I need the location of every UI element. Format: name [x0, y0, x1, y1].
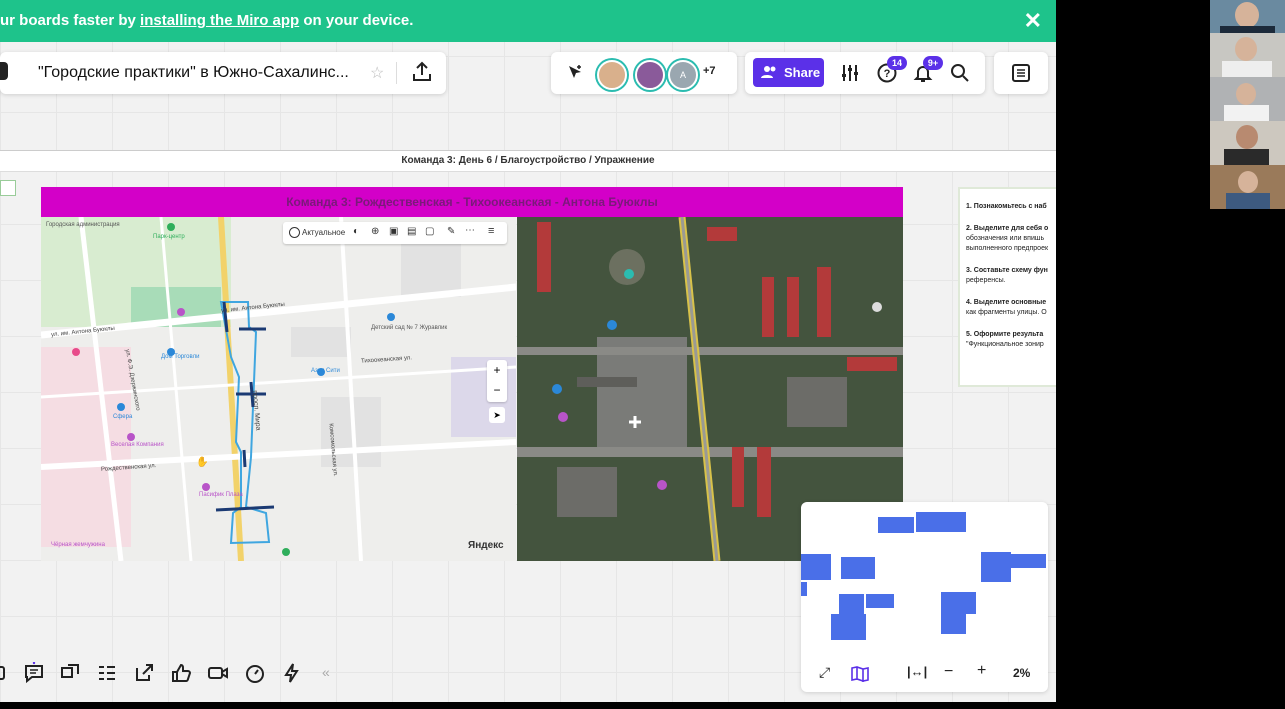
instruction-text: как фрагменты улицы. О: [966, 309, 1047, 316]
instruction-item: 2. Выделите для себя о: [966, 225, 1049, 232]
frame-title[interactable]: Команда 3: День 6 / Благоустройство / Уп…: [0, 150, 1056, 172]
card-list-icon[interactable]: [96, 662, 118, 684]
poi-label: Дом Торговли: [161, 354, 200, 360]
board-menu-icon[interactable]: [1010, 62, 1032, 84]
board-title-panel: "Городские практики" в Южно-Сахалинс... …: [0, 52, 446, 94]
hand-cursor-icon: ✋: [196, 457, 209, 468]
participant-video[interactable]: [1210, 121, 1285, 165]
poi-label: Детский сад № 7 Журавлик: [371, 325, 448, 331]
menu-panel: [994, 52, 1048, 94]
timer-icon[interactable]: [244, 662, 266, 684]
instruction-text: обозначения или впишь: [966, 235, 1045, 242]
fullscreen-icon[interactable]: ⤢: [819, 664, 830, 681]
video-chat-icon[interactable]: [59, 662, 81, 684]
star-icon[interactable]: ☆: [370, 63, 384, 83]
list-icon[interactable]: ≡: [488, 225, 494, 237]
zoom-out-icon[interactable]: −: [487, 380, 507, 400]
users-icon: [761, 66, 776, 78]
banner-message: ur boards faster by installing the Miro …: [0, 12, 413, 29]
poi-label: Веселая Компания: [111, 442, 164, 448]
bottom-toolbar: «: [0, 654, 350, 694]
search-icon[interactable]: [949, 62, 971, 84]
street-map-image[interactable]: Дом Торговли Азия Сити Детский сад № 7 Ж…: [41, 217, 516, 561]
share-label: Share: [784, 65, 821, 80]
banner-prefix: ur boards faster by: [0, 12, 141, 29]
collaborators-panel: A +7: [551, 52, 737, 94]
instruction-text: референсы.: [966, 277, 1006, 284]
more-icon[interactable]: ⋯: [465, 225, 475, 236]
instruction-text: "Функциональное зонир: [966, 341, 1044, 348]
install-banner: ur boards faster by installing the Miro …: [0, 0, 1056, 42]
board-title[interactable]: "Городские практики" в Южно-Сахалинс...: [38, 64, 349, 82]
close-banner-icon[interactable]: ✕: [1024, 8, 1042, 34]
thumbs-up-icon[interactable]: [170, 662, 192, 684]
minimap-controls: ⤢ |↔| − + 2%: [801, 654, 1048, 692]
miro-board[interactable]: ur boards faster by installing the Miro …: [0, 0, 1056, 702]
miro-logo-icon[interactable]: [0, 62, 8, 80]
zoom-in-icon[interactable]: +: [977, 662, 986, 680]
poi-label: Пасифик Плаза: [199, 492, 243, 498]
map-drawing: [41, 217, 516, 561]
map-mode-label[interactable]: Актуальное: [302, 228, 345, 237]
cursor-follow-icon[interactable]: [565, 63, 585, 83]
instruction-text: выполненного предпроек: [966, 245, 1049, 252]
instruction-item: 1. Познакомьтесь с наб: [966, 203, 1047, 210]
map-icon[interactable]: [851, 666, 869, 682]
banner-suffix: on your device.: [299, 12, 414, 29]
participant-video[interactable]: [1210, 77, 1285, 121]
zoom-out-icon[interactable]: −: [944, 663, 953, 681]
poi-label: Азия Сити: [311, 368, 340, 374]
help-badge: 14: [887, 56, 907, 70]
share-screen-icon[interactable]: [133, 662, 155, 684]
participant-video[interactable]: [1210, 33, 1285, 77]
comment-icon[interactable]: [23, 662, 45, 684]
bus-icon[interactable]: ▤: [407, 226, 416, 237]
frame-header[interactable]: Команда 3: Рождественская - Тихоокеанска…: [41, 187, 903, 217]
car-icon[interactable]: ▣: [389, 226, 398, 237]
ruler-icon[interactable]: ✎: [447, 226, 455, 237]
export-icon[interactable]: [410, 60, 434, 84]
tools-panel: Share ? 14 9+: [745, 52, 985, 94]
lightning-icon[interactable]: [281, 662, 303, 684]
instruction-item: 3. Составьте схему фун: [966, 267, 1048, 274]
map-zoom-control: + −: [487, 360, 507, 402]
yandex-logo: Яндекс: [468, 540, 504, 551]
instruction-item: 4. Выделите основные: [966, 299, 1047, 306]
frames-icon[interactable]: [0, 662, 12, 684]
collapse-toolbar-icon[interactable]: «: [322, 664, 330, 680]
copy-icon[interactable]: ▢: [425, 226, 434, 237]
share-button[interactable]: Share: [753, 58, 824, 87]
install-app-link[interactable]: installing the Miro app: [140, 12, 299, 29]
poi-label: Парк-центр: [153, 234, 185, 240]
layers-icon[interactable]: [289, 227, 300, 238]
divider: [396, 62, 397, 84]
video-icon[interactable]: [207, 662, 229, 684]
settings-sliders-icon[interactable]: [839, 62, 861, 84]
minimap[interactable]: ⤢ |↔| − + 2%: [801, 502, 1048, 692]
notification-badge: 9+: [923, 56, 943, 70]
locate-icon[interactable]: ➤: [489, 407, 505, 423]
poi-label: Сфера: [113, 414, 133, 420]
fit-to-screen-icon[interactable]: |↔|: [907, 664, 927, 679]
instructions-card[interactable]: 1. Познакомьтесь с наб 2. Выделите для с…: [958, 187, 1056, 387]
traffic-icon[interactable]: ⊕: [371, 226, 379, 237]
poi-label: Чёрная жемчужина: [51, 542, 105, 548]
svg-text:?: ?: [884, 68, 891, 80]
instruction-item: 5. Оформите результа: [966, 331, 1044, 338]
avatar[interactable]: A: [668, 60, 698, 90]
avatar[interactable]: [597, 60, 627, 90]
avatar[interactable]: [635, 60, 665, 90]
zoom-level[interactable]: 2%: [1013, 666, 1030, 680]
more-collaborators[interactable]: +7: [703, 65, 716, 77]
panorama-icon[interactable]: ◐: [353, 226, 359, 237]
map-toolbar: Актуальное ◐ ⊕ ▣ ▤ ▢ ✎ ⋯ ≡: [283, 222, 507, 244]
zoom-in-icon[interactable]: +: [487, 360, 507, 380]
poi-label: Городская администрация: [46, 222, 120, 228]
frame-edge: [0, 180, 16, 196]
participant-video[interactable]: [1210, 165, 1285, 209]
